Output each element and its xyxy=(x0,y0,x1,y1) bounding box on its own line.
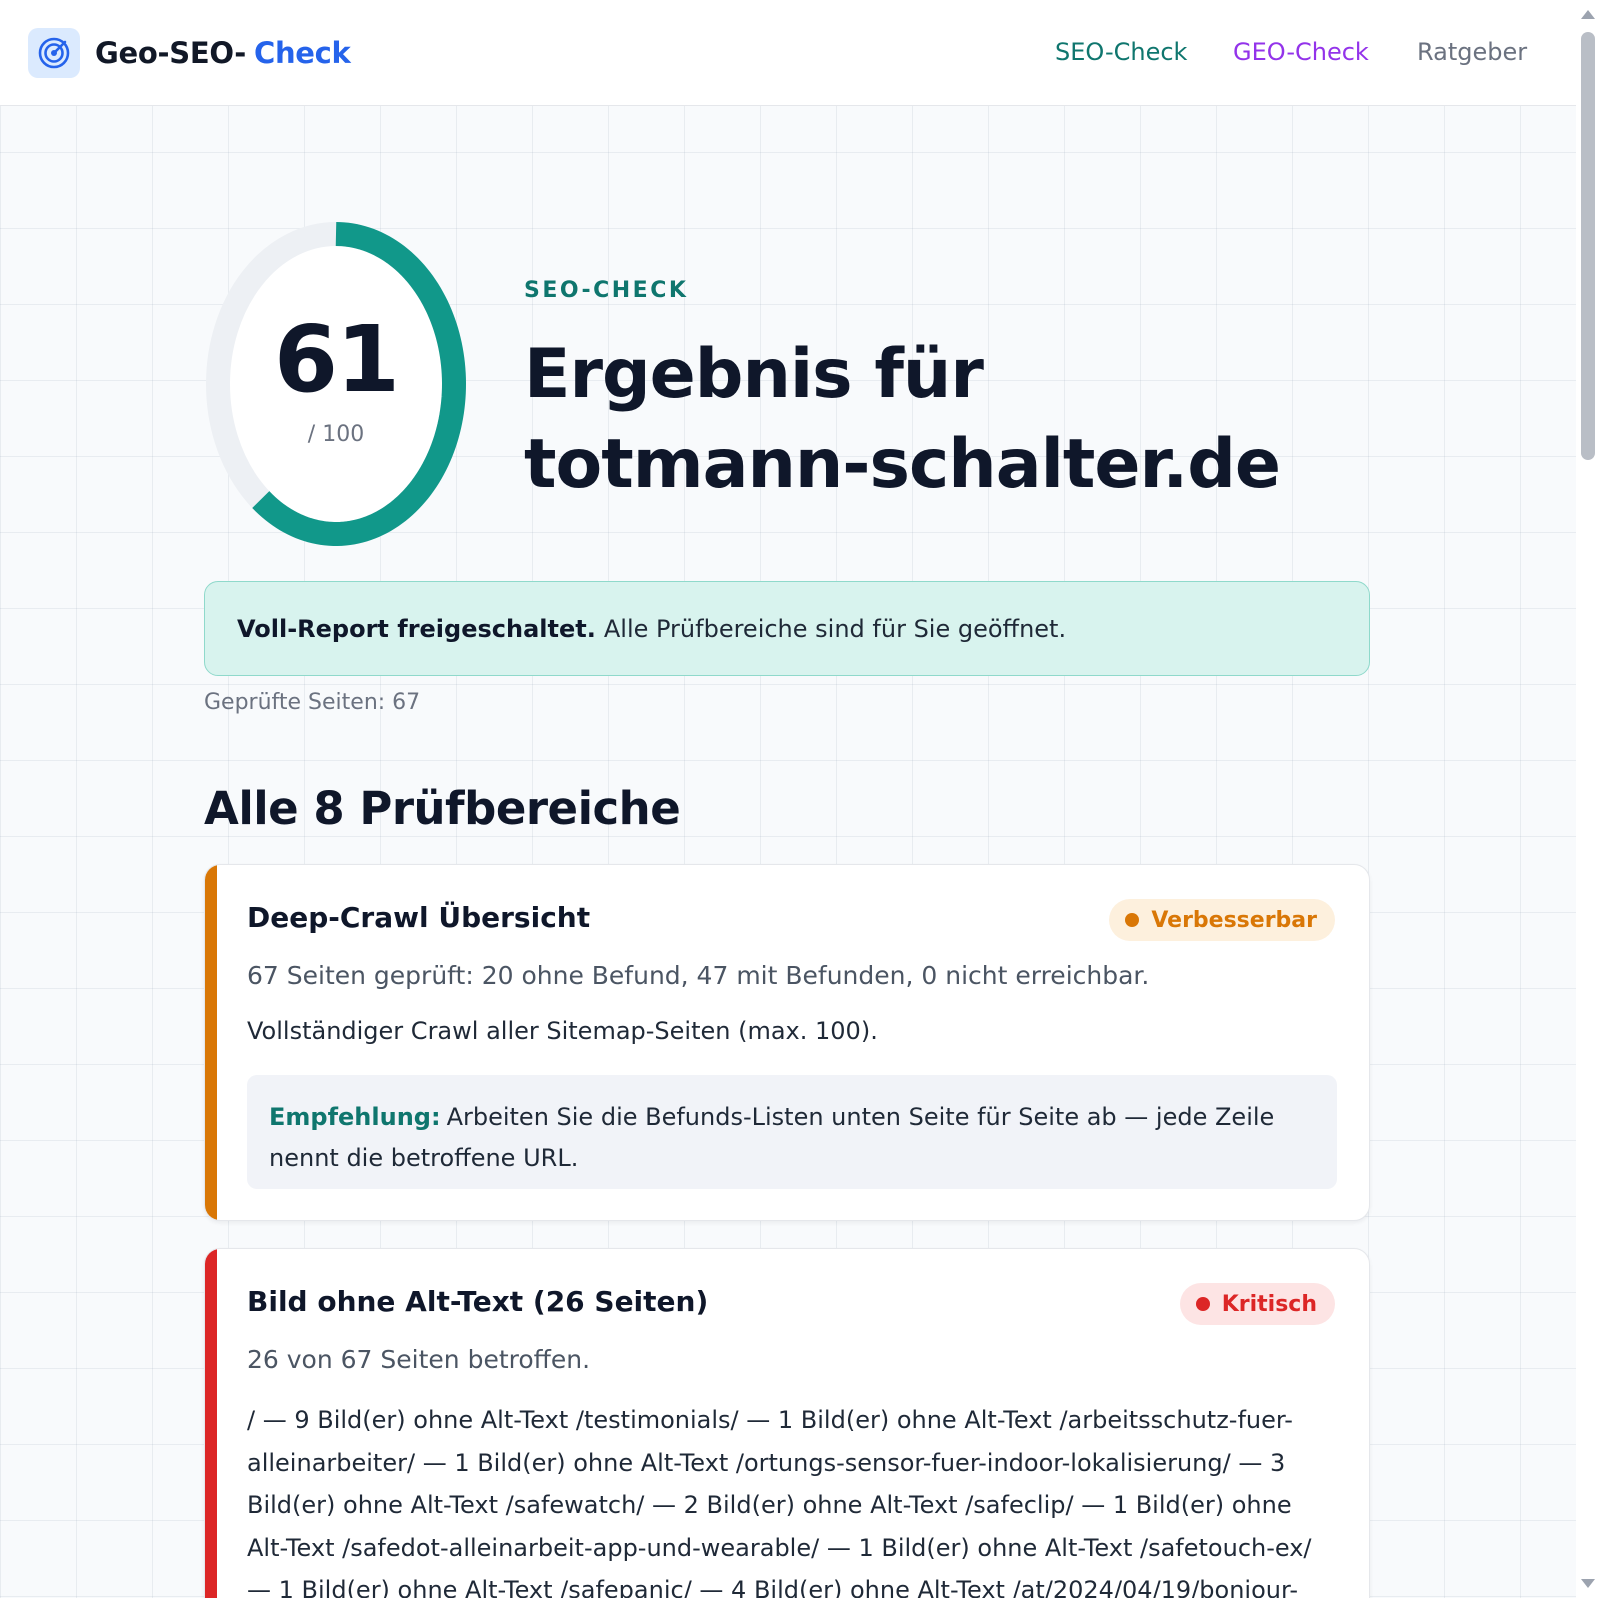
status-bar xyxy=(205,865,217,1220)
pages-checked: Geprüfte Seiten: 67 xyxy=(204,690,421,715)
page-scrollbar[interactable] xyxy=(1576,0,1600,1598)
nav-ratgeber[interactable]: Ratgeber xyxy=(1417,38,1527,66)
score-gauge: 61 / 100 xyxy=(200,214,472,554)
logo[interactable] xyxy=(28,28,80,78)
recommendation-box: Empfehlung: Arbeiten Sie die Befunds-List… xyxy=(247,1075,1337,1189)
banner-strong: Voll-Report freigeschaltet. xyxy=(237,614,596,643)
card-title: Bild ohne Alt-Text (26 Seiten) xyxy=(247,1285,709,1318)
card-detail: Vollständiger Crawl aller Sitemap-Seiten… xyxy=(247,1017,878,1045)
status-badge: Kritisch xyxy=(1179,1283,1335,1325)
score-value: 61 xyxy=(273,306,400,413)
result-eyebrow: SEO-Check xyxy=(524,278,689,303)
brand-part-2: Check xyxy=(253,36,351,70)
scroll-down-arrow-icon[interactable] xyxy=(1581,1579,1595,1588)
check-card-alt-text: Bild ohne Alt-Text (26 Seiten) Kritisch … xyxy=(204,1248,1370,1598)
status-dot-icon xyxy=(1125,913,1140,927)
nav-geo-check[interactable]: GEO-Check xyxy=(1233,38,1369,66)
card-detail: / — 9 Bild(er) ohne Alt-Text /testimonia… xyxy=(247,1406,1312,1598)
card-summary: 67 Seiten geprüft: 20 ohne Befund, 47 mi… xyxy=(247,961,1150,990)
brand-name[interactable]: Geo-SEO- Check xyxy=(95,36,351,70)
nav-seo-check[interactable]: SEO-Check xyxy=(1055,38,1187,66)
banner-text: Alle Prüfbereiche sind für Sie geöffnet. xyxy=(603,614,1067,643)
target-icon xyxy=(38,37,70,69)
card-title: Deep-Crawl Übersicht xyxy=(247,901,591,934)
top-header: Geo-SEO- Check SEO-Check GEO-Check Ratgeb… xyxy=(0,0,1576,106)
check-card-deep-crawl: Deep-Crawl Übersicht Verbesserbar 67 Sei… xyxy=(204,864,1370,1221)
status-badge: Verbesserbar xyxy=(1109,899,1335,941)
status-label: Kritisch xyxy=(1221,1291,1317,1317)
brand-part-1: Geo-SEO- xyxy=(95,36,246,70)
status-bar xyxy=(205,1249,217,1598)
status-label: Verbesserbar xyxy=(1151,907,1317,933)
scrollbar-thumb[interactable] xyxy=(1581,32,1595,460)
recommendation-label: Empfehlung: xyxy=(269,1103,441,1131)
section-title: Alle 8 Prüfbereiche xyxy=(204,782,681,835)
scroll-up-arrow-icon[interactable] xyxy=(1581,10,1595,19)
score-max: / 100 xyxy=(307,422,365,447)
page-title: Ergebnis für totmann-schalter.de xyxy=(524,335,1281,504)
status-dot-icon xyxy=(1195,1297,1210,1311)
unlock-banner: Voll-Report freigeschaltet. Alle Prüfber… xyxy=(204,581,1370,676)
card-summary: 26 von 67 Seiten betroffen. xyxy=(247,1345,591,1374)
